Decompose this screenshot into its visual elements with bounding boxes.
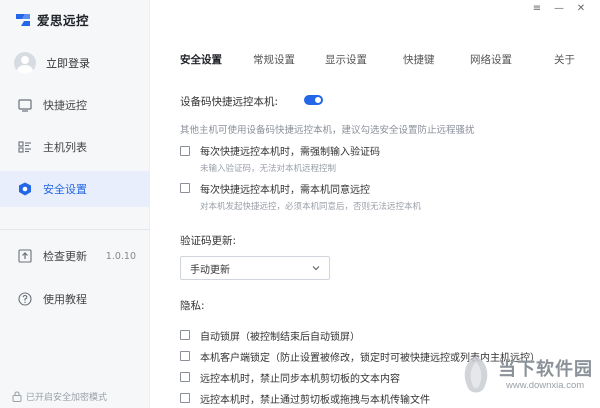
settings-tabs: 安全设置 常规设置 显示设置 快捷键 网络设置 关于 xyxy=(168,52,588,68)
sidebar-item-tutorial[interactable]: 使用教程 xyxy=(0,281,150,317)
sidebar-item-label: 检查更新 xyxy=(43,250,87,263)
list-icon xyxy=(18,141,31,153)
file-transfer-label: 远控本机时，禁止通过剪切板或拖拽与本机传输文件 xyxy=(200,395,430,406)
encryption-status: 已开启安全加密模式 xyxy=(12,390,107,403)
encryption-status-text: 已开启安全加密模式 xyxy=(26,393,108,403)
avatar xyxy=(14,52,36,74)
sidebar-item-quick-remote[interactable]: 快捷远控 xyxy=(0,87,150,123)
close-icon[interactable]: ✕ xyxy=(570,1,592,15)
device-code-toggle[interactable] xyxy=(304,95,323,105)
chevron-down-icon xyxy=(312,266,320,271)
tab-display[interactable]: 显示设置 xyxy=(325,52,367,67)
minimize-icon[interactable]: — xyxy=(548,1,570,15)
require-consent-label: 每次快捷远控本机时，需本机同意远控 xyxy=(200,185,370,196)
require-consent-checkbox[interactable] xyxy=(180,183,190,193)
sidebar-item-security[interactable]: 安全设置 xyxy=(0,171,150,207)
force-verification-hint: 未输入验证码，无法对本机远程控制 xyxy=(200,164,337,174)
app-name: 爱思远控 xyxy=(37,13,90,28)
privacy-label: 隐私: xyxy=(180,300,205,312)
clipboard-sync-checkbox[interactable] xyxy=(180,372,190,382)
tab-security[interactable]: 安全设置 xyxy=(180,52,222,67)
sidebar-item-label: 快捷远控 xyxy=(43,99,87,112)
sidebar-item-check-update[interactable]: 检查更新 1.0.10 xyxy=(0,238,150,274)
login-button[interactable]: 立即登录 xyxy=(14,52,90,74)
tab-network[interactable]: 网络设置 xyxy=(470,52,512,67)
auto-lock-label: 自动锁屏（被控制结束后自动锁屏） xyxy=(200,332,360,343)
clipboard-sync-label: 远控本机时，禁止同步本机剪切板的文本内容 xyxy=(200,374,400,385)
sidebar-item-label: 安全设置 xyxy=(43,183,87,196)
lock-icon xyxy=(12,391,22,402)
monitor-icon xyxy=(18,99,32,112)
tab-general[interactable]: 常规设置 xyxy=(253,52,295,67)
require-consent-hint: 对本机发起快捷远控，必须本机同意后，否则无法远控本机 xyxy=(200,202,422,212)
code-update-select[interactable]: 手动更新 xyxy=(180,256,330,280)
code-update-value: 手动更新 xyxy=(190,264,230,276)
tab-about[interactable]: 关于 xyxy=(554,52,575,67)
device-code-hint: 其他主机可使用设备码快捷远控本机，建议勾选安全设置防止远程骚扰 xyxy=(180,125,475,136)
watermark: 当下软件园 www.downxia.com xyxy=(458,352,594,404)
file-transfer-checkbox[interactable] xyxy=(180,393,190,403)
sidebar-item-label: 使用教程 xyxy=(43,293,87,306)
upload-icon xyxy=(18,249,32,263)
force-verification-checkbox[interactable] xyxy=(180,146,190,156)
client-lock-checkbox[interactable] xyxy=(180,351,190,361)
shield-icon xyxy=(19,182,31,196)
version-label: 1.0.10 xyxy=(105,250,136,262)
code-update-label: 验证码更新: xyxy=(180,235,237,247)
window-controls: ≡ — ✕ xyxy=(526,1,592,15)
watermark-text: 当下软件园 xyxy=(498,359,593,380)
watermark-url: www.downxia.com xyxy=(506,380,585,391)
sidebar-divider xyxy=(0,229,150,230)
force-verification-label: 每次快捷远控本机时，需强制输入验证码 xyxy=(200,147,380,158)
device-code-label: 设备码快捷远控本机: xyxy=(180,96,279,108)
sidebar: 爱思远控 立即登录 快捷远控 主机列表 安全设置 检查更新 1.0.10 使用教… xyxy=(0,0,150,408)
sidebar-item-host-list[interactable]: 主机列表 xyxy=(0,129,150,165)
tab-hotkeys[interactable]: 快捷键 xyxy=(403,52,435,67)
help-icon xyxy=(18,292,32,306)
brand: 爱思远控 xyxy=(14,10,89,29)
app-logo-icon xyxy=(16,13,30,26)
sidebar-item-label: 主机列表 xyxy=(43,141,87,154)
login-label: 立即登录 xyxy=(46,57,90,70)
menu-icon[interactable]: ≡ xyxy=(526,1,548,15)
auto-lock-checkbox[interactable] xyxy=(180,330,190,340)
watermark-logo-icon xyxy=(464,356,488,393)
